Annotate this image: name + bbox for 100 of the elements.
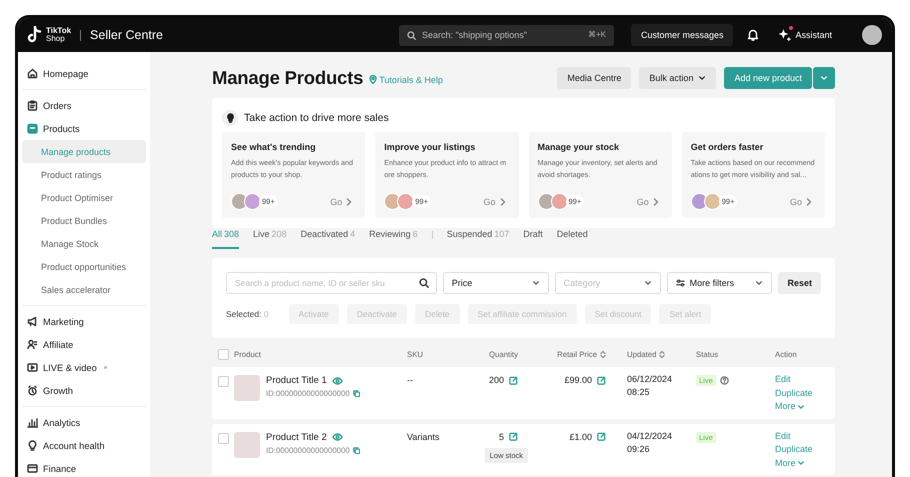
sidebar-item[interactable]: Account health: [22, 434, 146, 457]
sort-icon: [659, 350, 666, 358]
eye-icon[interactable]: [332, 376, 343, 384]
table-cell: 200: [488, 375, 504, 385]
sidebar-item[interactable]: Homepage: [22, 62, 146, 85]
help-link[interactable]: Tutorials & Help: [369, 74, 443, 84]
more-filters-dropdown[interactable]: More filters: [666, 272, 772, 294]
caret-icon: [820, 74, 828, 82]
avatar: [384, 193, 402, 210]
copy-icon[interactable]: [352, 390, 360, 397]
status-tab[interactable]: Live 208: [253, 229, 287, 249]
edit-icon[interactable]: [509, 432, 518, 441]
bulk-action-button[interactable]: Bulk action: [639, 67, 716, 89]
chevron-right-icon: [652, 198, 659, 206]
table-cell: 5: [498, 432, 504, 442]
chevron-down-icon: [755, 279, 764, 287]
chevron-down-icon: [796, 459, 805, 468]
sidebar-subitem[interactable]: Sales accelerator: [22, 278, 146, 301]
clipboard-icon: [27, 100, 38, 111]
status-tab[interactable]: Reviewing 6: [369, 229, 418, 249]
shortcut-hint: ⌘+K: [588, 30, 606, 38]
avatar: [538, 193, 554, 210]
product-title[interactable]: Product Title 2: [266, 432, 327, 442]
table-cell: £99.00: [564, 375, 592, 385]
go-link[interactable]: Go: [483, 196, 506, 206]
stopwatch-icon: [27, 385, 38, 396]
status-tab[interactable]: Draft: [523, 229, 543, 249]
chevron-right-icon: [346, 198, 352, 206]
sidebar-item[interactable]: Orders: [22, 94, 146, 117]
sparkle-icon: [778, 28, 792, 40]
status-tab[interactable]: Suspended 107: [446, 229, 510, 249]
bar-chart-icon: [27, 417, 38, 428]
go-link[interactable]: Go: [636, 196, 659, 206]
pin-icon: [369, 75, 378, 84]
checkbox[interactable]: [218, 432, 229, 444]
status-tab[interactable]: All 308: [212, 229, 240, 249]
card-title: Get orders faster: [690, 142, 764, 152]
action-link[interactable]: Duplicate: [775, 444, 813, 456]
sidebar-item[interactable]: LIVE & video: [22, 356, 146, 379]
avatar: [550, 193, 568, 210]
card-title: Improve your listings: [384, 142, 476, 152]
photo-placeholder: [234, 432, 260, 458]
video-icon: [27, 362, 38, 373]
sidebar-subitem[interactable]: Product ratings: [22, 163, 146, 186]
sidebar-subitem[interactable]: Product opportunities: [22, 255, 146, 278]
search-icon: [418, 278, 429, 288]
table-cell-text: Variants: [407, 432, 440, 442]
sidebar-item[interactable]: Products: [22, 117, 146, 140]
dropdown[interactable]: Price: [442, 272, 549, 294]
photo-placeholder: [234, 375, 260, 401]
product-title[interactable]: Product Title 1: [266, 375, 327, 386]
go-link[interactable]: Go: [330, 196, 352, 206]
sidebar-item[interactable]: Affiliate: [22, 333, 146, 356]
edit-icon[interactable]: [597, 432, 606, 441]
table-cell-text: 08:25: [627, 386, 651, 399]
table-cell-text: 09:26: [627, 442, 651, 456]
media-centre-button[interactable]: Media Centre: [557, 67, 632, 89]
avatar: [704, 193, 721, 210]
chevron-down-icon: [532, 279, 540, 287]
search-field[interactable]: Search a product name, ID or seller sku: [226, 272, 437, 294]
sidebar-item[interactable]: Growth: [22, 379, 146, 402]
assistant-button[interactable]: Assistant: [778, 28, 832, 42]
avatar: [244, 193, 261, 210]
reset-button[interactable]: Reset: [778, 272, 821, 294]
add-product-button[interactable]: Add new product: [724, 67, 812, 89]
edit-icon[interactable]: [597, 376, 606, 384]
status-tab[interactable]: Deactivated 4: [300, 229, 356, 249]
checkbox[interactable]: [218, 376, 229, 387]
customer-messages-button[interactable]: Customer messages: [630, 24, 734, 46]
help-icon[interactable]: [720, 376, 729, 385]
action-link[interactable]: Edit: [775, 374, 791, 386]
go-link[interactable]: Go: [790, 196, 812, 206]
edit-icon[interactable]: [509, 376, 518, 384]
action-link[interactable]: Edit: [775, 430, 791, 442]
megaphone-icon: [27, 316, 38, 327]
avatar[interactable]: [862, 25, 882, 45]
chevron-right-icon: [500, 198, 506, 206]
sidebar-subitem[interactable]: Manage Stock: [22, 232, 146, 255]
lightbulb-icon: [226, 113, 234, 123]
action-link[interactable]: Duplicate: [775, 388, 813, 399]
sidebar-subitem[interactable]: Product Bundles: [22, 209, 146, 232]
checkbox[interactable]: [218, 348, 229, 360]
eye-icon[interactable]: [332, 433, 343, 441]
dropdown-button[interactable]: [813, 67, 835, 89]
status-tab[interactable]: Deleted: [556, 229, 588, 249]
sidebar-item[interactable]: Analytics: [22, 411, 146, 434]
people-icon: [27, 339, 38, 350]
avatar: [397, 193, 414, 210]
copy-icon[interactable]: [352, 446, 360, 454]
more-menu-link[interactable]: More: [775, 458, 805, 469]
sidebar-item[interactable]: Marketing: [22, 310, 146, 333]
avatar: [231, 193, 248, 210]
chevron-down-icon: [644, 279, 652, 287]
sidebar-subitem[interactable]: Product Optimiser: [22, 186, 146, 209]
sidebar-item[interactable]: Finance: [22, 457, 146, 477]
more-menu-link[interactable]: More: [775, 401, 805, 412]
section-title: Take action to drive more sales: [244, 112, 389, 124]
table-cell-text: --: [407, 375, 414, 385]
bell-icon[interactable]: [747, 28, 760, 40]
page-title: Manage Products: [212, 67, 364, 89]
